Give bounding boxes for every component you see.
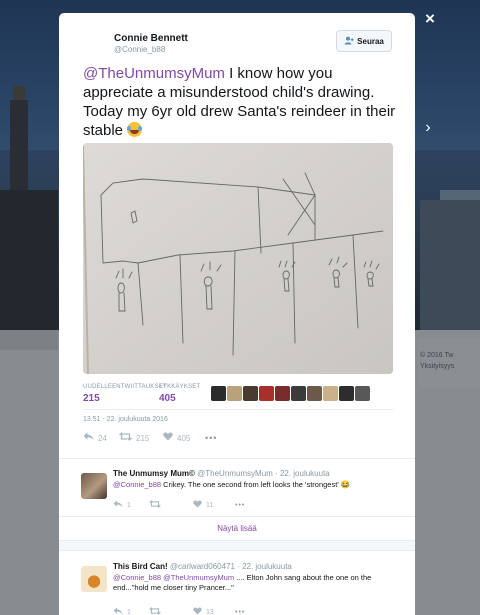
author-handle[interactable]: @Connie_b88 (114, 45, 165, 54)
retweet-button[interactable]: 215 (119, 432, 163, 444)
reply-author-handle[interactable]: @TheUnmumsyMum (197, 469, 273, 478)
liker-avatar[interactable] (323, 386, 338, 401)
reply-count: 24 (98, 433, 107, 443)
reply-date[interactable]: · 22. joulukuuta (273, 469, 330, 478)
background-left-card (0, 330, 58, 350)
tweet-timestamp[interactable]: 13.51 - 22. joulukuuta 2016 (83, 416, 168, 423)
reply-header: This Bird Can! @carlward060471 · 22. jou… (113, 562, 292, 571)
reply-actions: 1 11 ••• (113, 499, 245, 511)
reply-retweet-button[interactable] (149, 500, 193, 510)
retweets-count[interactable]: 215 (83, 393, 100, 404)
reply-more-button[interactable]: ••• (235, 502, 245, 509)
likes-label: TYKKÄYKSET (159, 384, 201, 390)
liker-avatar[interactable] (355, 386, 370, 401)
replies-gap (59, 541, 415, 551)
heart-icon (193, 500, 202, 510)
reply-mention-link[interactable]: @Connie_b88 @TheUnmumsyMum (113, 573, 234, 582)
reply-text: @Connie_b88 Crikey. The one second from … (113, 480, 403, 490)
reply-avatar[interactable] (81, 566, 107, 592)
likes-count[interactable]: 405 (159, 393, 176, 404)
reply-item[interactable]: This Bird Can! @carlward060471 · 22. jou… (59, 552, 415, 615)
liker-avatar[interactable] (291, 386, 306, 401)
likers-avatar-row (211, 386, 370, 402)
liker-avatar[interactable] (307, 386, 322, 401)
tweet-text: @TheUnmumsyMum I know how you appreciate… (83, 64, 398, 140)
laughing-emoji-icon (127, 122, 143, 137)
reply-date[interactable]: · 22. joulukuuta (235, 562, 292, 571)
reply-author-name[interactable]: This Bird Can! (113, 562, 168, 571)
reply-avatar[interactable] (81, 473, 107, 499)
header-building-right (420, 200, 480, 330)
more-options-icon: ••• (235, 608, 246, 615)
reply-like-count: 11 (206, 501, 214, 509)
reply-more-button[interactable]: ••• (235, 609, 245, 615)
add-user-icon (344, 36, 354, 47)
liker-avatar[interactable] (339, 386, 354, 401)
reply-item[interactable]: The Unmumsy Mum© @TheUnmumsyMum · 22. jo… (59, 459, 415, 516)
tweet-actions: 24 215 405 ••• (83, 431, 217, 445)
next-tweet-icon[interactable]: › (420, 118, 436, 138)
heart-icon (163, 432, 173, 444)
tweet-photo[interactable] (83, 143, 393, 374)
reply-body: Crikey. The one second from left looks t… (161, 480, 351, 489)
liker-avatar[interactable] (259, 386, 274, 401)
reply-icon (113, 607, 123, 615)
follow-label: Seuraa (357, 36, 384, 46)
clock-tower (10, 100, 28, 190)
more-options-icon: ••• (235, 501, 246, 509)
retweets-label: UUDELLEENTWIITTAUKSET (83, 384, 167, 390)
reply-reply-button[interactable]: 1 (113, 500, 149, 510)
heart-icon (193, 607, 202, 615)
reply-like-button[interactable]: 13 (193, 607, 235, 615)
reply-mention-link[interactable]: @Connie_b88 (113, 480, 161, 489)
footer-copyright[interactable]: © 2016 Tw (420, 350, 480, 361)
footer-privacy-link[interactable]: Yksityisyys (420, 361, 480, 372)
reindeer-drawing (83, 143, 393, 374)
author-name[interactable]: Connie Bennett (114, 33, 188, 44)
retweet-icon (149, 500, 161, 510)
show-more-link[interactable]: Näytä lisää (59, 516, 415, 541)
reply-reply-button[interactable]: 1 (113, 607, 149, 615)
background-footer: © 2016 Tw Yksityisyys (420, 350, 480, 372)
follow-button[interactable]: Seuraa (336, 30, 392, 52)
liker-avatar[interactable] (243, 386, 258, 401)
more-options-icon: ••• (205, 433, 218, 443)
reply-button[interactable]: 24 (83, 432, 119, 444)
reply-icon (83, 432, 94, 444)
stats-divider (83, 409, 393, 410)
liker-avatar[interactable] (211, 386, 226, 401)
tweet-stats: UUDELLEENTWIITTAUKSET 215 TYKKÄYKSET 405 (83, 384, 393, 409)
retweet-icon (149, 607, 161, 615)
reply-reply-count: 1 (127, 501, 131, 509)
liker-avatar[interactable] (227, 386, 242, 401)
reply-like-count: 13 (206, 608, 214, 615)
reply-actions: 1 13 ••• (113, 606, 245, 615)
reply-icon (113, 500, 123, 510)
reply-reply-count: 1 (127, 608, 131, 615)
close-icon[interactable]: × (420, 9, 440, 29)
like-button[interactable]: 405 (163, 432, 205, 444)
reply-retweet-button[interactable] (149, 607, 193, 615)
tweet-mention-link[interactable]: @TheUnmumsyMum (83, 65, 225, 82)
more-options-button[interactable]: ••• (205, 433, 217, 443)
main-tweet: Connie Bennett @Connie_b88 Seuraa @TheUn… (59, 13, 415, 458)
header-building-left (0, 190, 58, 330)
reply-text: @Connie_b88 @TheUnmumsyMum .... Elton Jo… (113, 573, 403, 593)
liker-avatar[interactable] (275, 386, 290, 401)
reply-author-name[interactable]: The Unmumsy Mum© (113, 469, 195, 478)
reply-like-button[interactable]: 11 (193, 500, 235, 510)
reply-header: The Unmumsy Mum© @TheUnmumsyMum · 22. jo… (113, 469, 330, 478)
tweet-modal: Connie Bennett @Connie_b88 Seuraa @TheUn… (59, 13, 415, 615)
reply-author-handle[interactable]: @carlward060471 (170, 562, 235, 571)
like-count: 405 (177, 433, 191, 443)
retweet-count: 215 (136, 433, 150, 443)
retweet-icon (119, 432, 132, 444)
